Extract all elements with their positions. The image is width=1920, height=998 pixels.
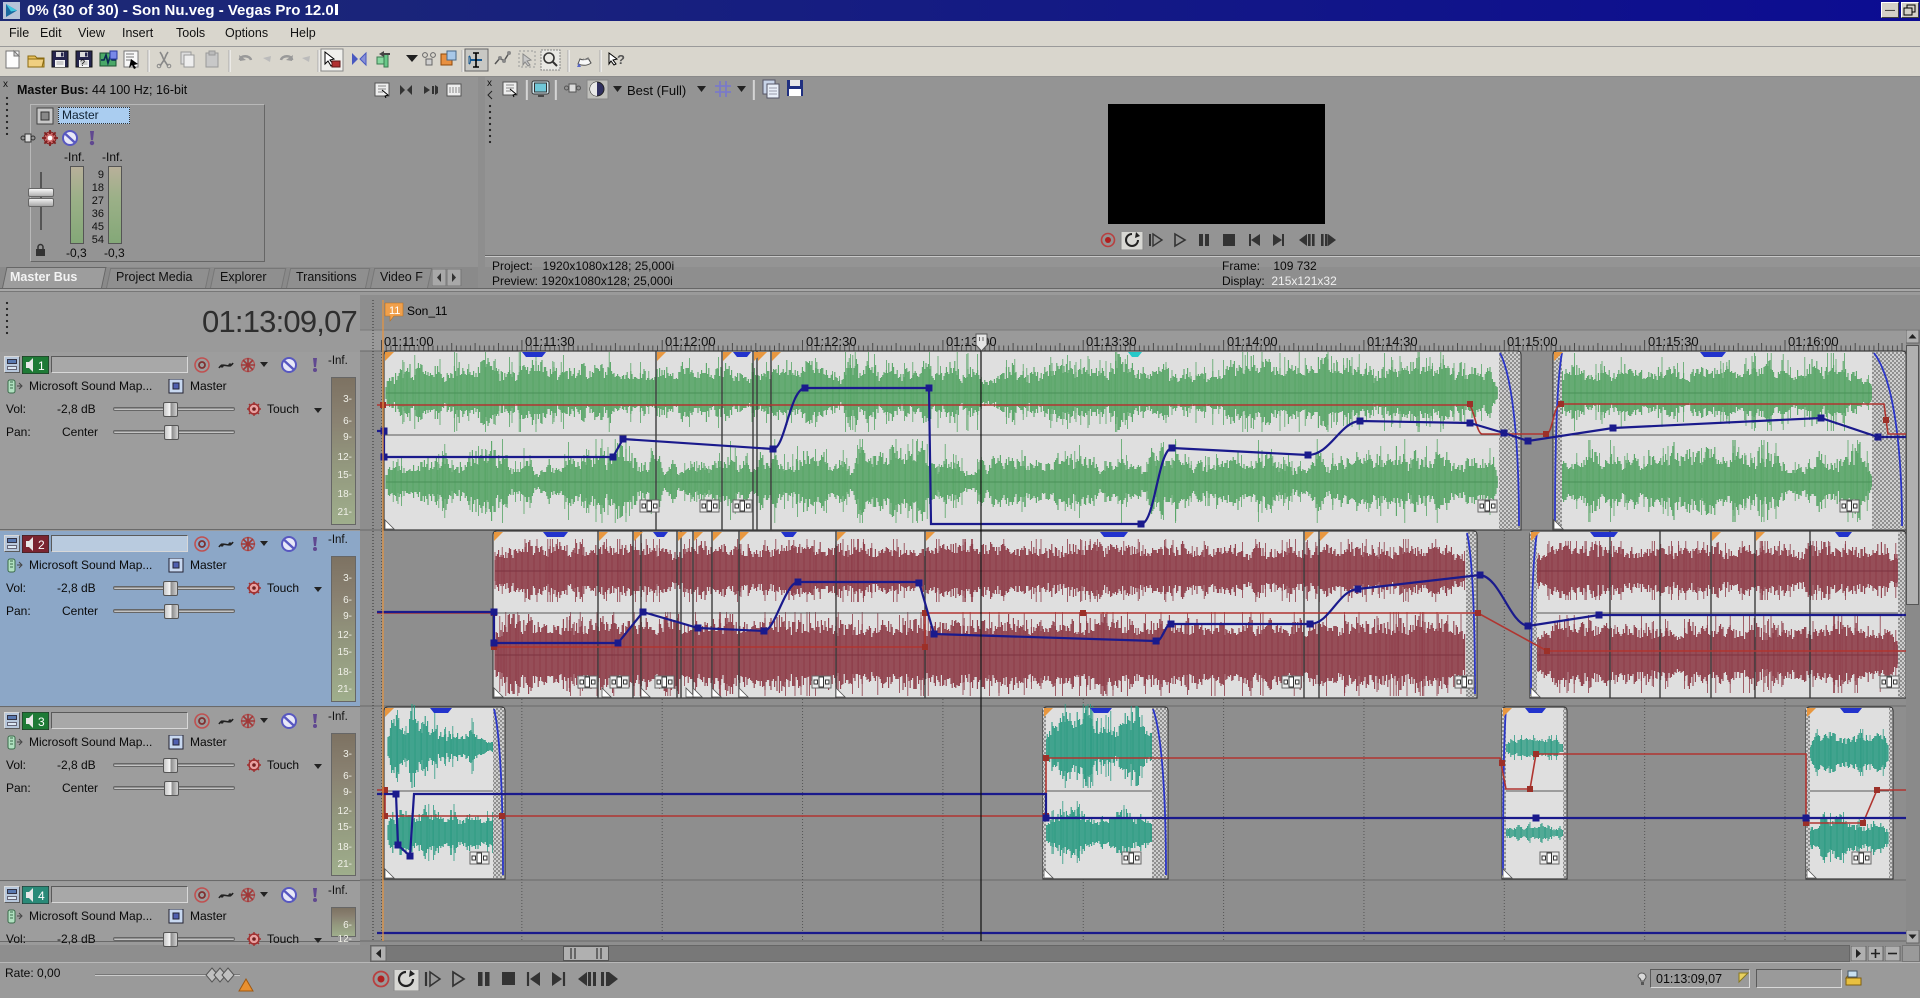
svg-text:4: 4 bbox=[38, 889, 45, 903]
svg-text:Son_11: Son_11 bbox=[407, 304, 448, 318]
svg-text:01:15:00: 01:15:00 bbox=[1507, 334, 1558, 349]
svg-text:01:12:30: 01:12:30 bbox=[806, 334, 857, 349]
svg-text:01:13:30: 01:13:30 bbox=[1086, 334, 1137, 349]
svg-text:01:11:00: 01:11:00 bbox=[384, 334, 434, 349]
svg-text:01:12:00: 01:12:00 bbox=[665, 334, 716, 349]
svg-text:01:14:30: 01:14:30 bbox=[1367, 334, 1418, 349]
svg-text:11: 11 bbox=[389, 305, 400, 317]
svg-text:01:14:00: 01:14:00 bbox=[1227, 334, 1278, 349]
svg-text:01:16:00: 01:16:00 bbox=[1788, 334, 1839, 349]
svg-text:1: 1 bbox=[38, 359, 45, 373]
svg-text:3: 3 bbox=[38, 715, 45, 729]
svg-text:01:15:30: 01:15:30 bbox=[1648, 334, 1699, 349]
svg-text:01:13:00: 01:13:00 bbox=[946, 334, 997, 349]
svg-text:01:11:30: 01:11:30 bbox=[525, 334, 575, 349]
svg-text:2: 2 bbox=[38, 538, 45, 552]
